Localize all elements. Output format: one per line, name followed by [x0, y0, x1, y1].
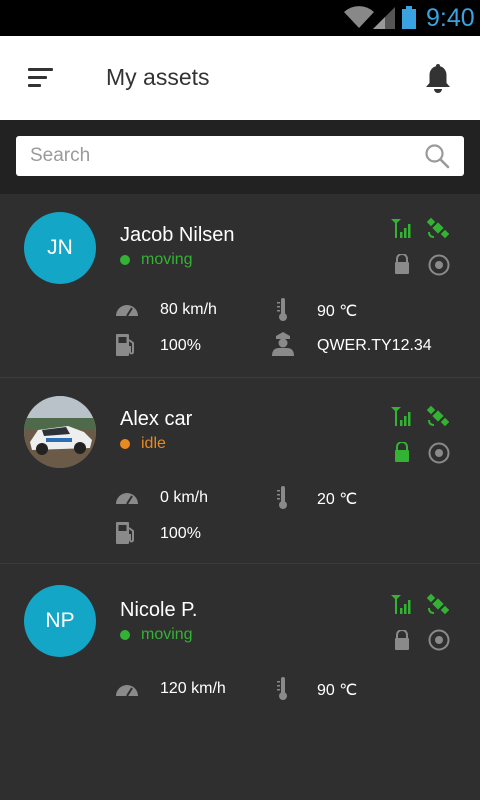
driver-icon [272, 332, 294, 356]
search-bar [0, 120, 480, 194]
avatar [24, 396, 96, 468]
target-icon[interactable] [428, 629, 450, 651]
avatar: JN [24, 212, 96, 284]
asset-card[interactable]: NP Nicole P. moving 120 km/h 90 ℃ [0, 564, 480, 714]
status-indicator: moving [120, 251, 193, 269]
lock-icon[interactable] [394, 254, 410, 274]
asset-card[interactable]: Alex car idle 0 km/h 20 ℃ 100% [0, 378, 480, 564]
thermometer-icon [277, 298, 287, 321]
gps-satellite-icon [427, 217, 449, 239]
speed-value: 80 km/h [160, 301, 217, 318]
search-input[interactable] [30, 136, 420, 176]
target-icon[interactable] [428, 442, 450, 464]
speedometer-icon [116, 493, 138, 505]
status-label: idle [141, 435, 166, 452]
speed-value: 0 km/h [160, 489, 209, 506]
status-indicator: idle [120, 435, 166, 453]
fuel-icon [116, 522, 134, 544]
status-indicator: moving [120, 626, 193, 644]
lock-icon[interactable] [394, 630, 410, 650]
thermometer-icon [277, 486, 287, 509]
battery-icon [402, 6, 416, 29]
status-dot [120, 255, 130, 265]
search-box [16, 136, 464, 176]
asset-name: Alex car [120, 408, 193, 430]
speedometer-icon [116, 685, 138, 697]
avatar: NP [24, 585, 96, 657]
status-dot [120, 439, 130, 449]
thermometer-icon [277, 677, 287, 700]
fuel-icon [116, 334, 134, 356]
fuel-value: 100% [160, 525, 201, 542]
notifications-bell-icon[interactable] [424, 64, 452, 94]
app-bar: My assets [0, 36, 480, 120]
status-dot [120, 630, 130, 640]
page-title: My assets [106, 64, 210, 90]
asset-card[interactable]: JN Jacob Nilsen moving 80 km/h 90 ℃ 100%… [0, 194, 480, 378]
wifi-icon [344, 6, 374, 28]
menu-icon[interactable] [28, 68, 56, 90]
asset-name: Jacob Nilsen [120, 224, 235, 246]
gsm-signal-icon [391, 595, 411, 614]
car-photo-image [24, 396, 96, 468]
status-bar: 9:40 [0, 0, 480, 36]
signal-icon [373, 7, 395, 29]
temperature-value: 90 ℃ [317, 303, 358, 320]
gps-satellite-icon [427, 405, 449, 427]
gps-satellite-icon [427, 593, 449, 615]
fuel-value: 100% [160, 337, 201, 354]
gsm-signal-icon [391, 407, 411, 426]
temperature-value: 90 ℃ [317, 682, 358, 699]
search-icon[interactable] [424, 143, 450, 169]
target-icon[interactable] [428, 254, 450, 276]
speedometer-icon [116, 305, 138, 317]
asset-name: Nicole P. [120, 599, 198, 621]
gsm-signal-icon [391, 219, 411, 238]
status-label: moving [141, 251, 193, 268]
driver-id-value: QWER.TY12.34 [317, 337, 432, 354]
status-label: moving [141, 626, 193, 643]
clock: 9:40 [426, 4, 475, 32]
speed-value: 120 km/h [160, 680, 226, 697]
lock-icon[interactable] [394, 442, 410, 462]
temperature-value: 20 ℃ [317, 491, 358, 508]
